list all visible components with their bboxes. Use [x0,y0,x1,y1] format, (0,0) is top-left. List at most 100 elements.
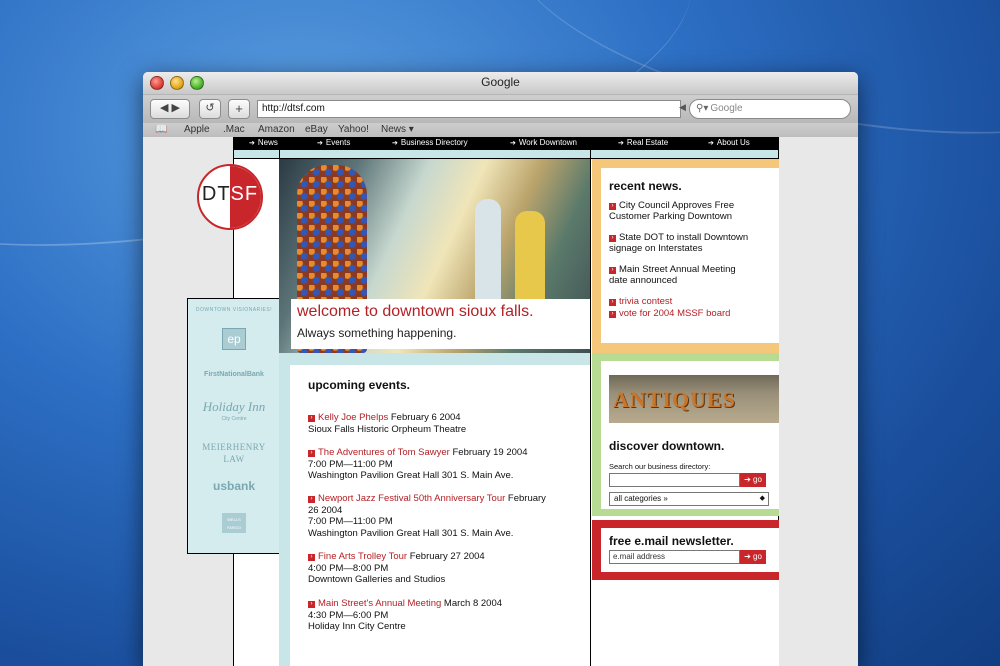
sponsor-meierhenry-law: LAW [223,454,245,464]
newsletter-heading: free e.mail newsletter. [609,534,734,548]
bookmark-ebay[interactable]: eBay [305,124,328,135]
back-icon[interactable]: ◀ [160,102,168,114]
sponsor-holiday-inn-sub: City Centre [221,416,247,422]
category-select[interactable]: all categories » ◆ [609,492,769,506]
sponsor-meierhenry[interactable]: MEIERHENRY [188,442,280,452]
nav-news[interactable]: ➔ News [249,138,278,147]
events-heading: upcoming events. [308,378,411,392]
sponsor-usbank[interactable]: usbank [188,479,280,493]
nav-real-estate[interactable]: ➔ Real Estate [618,138,668,147]
arrow-icon: › [609,203,616,210]
event-item: › Kelly Joe Phelps February 6 2004 Sioux … [308,412,467,435]
arrow-icon: ➔ [249,140,255,147]
newsletter-go-button[interactable]: ➔ go [740,550,766,564]
page-viewport: ➔ News ➔ Events ➔ Business Directory ➔ Work … [143,137,858,666]
antiques-photo: ANTIQUES [609,375,779,423]
arrow-icon: › [308,601,315,608]
event-link[interactable]: Newport Jazz Festival 50th Anniversary T… [318,493,505,504]
directory-search-input[interactable] [609,473,740,487]
event-link[interactable]: Fine Arts Trolley Tour [318,551,407,562]
logo-text-right: SF [230,183,259,205]
sponsor-ep[interactable]: ep [188,328,280,350]
title-bar[interactable]: Google [143,72,858,95]
upcoming-events-panel: upcoming events. › Kelly Joe Phelps Febru… [290,365,590,666]
news-heading: recent news. [609,179,682,193]
sponsors-title: DOWNTOWN VISIONARIES! [195,307,273,313]
sponsor-first-national-bank[interactable]: FirstNationalBank [188,371,280,378]
bookmark-amazon[interactable]: Amazon [258,124,295,135]
directory-go-button[interactable]: ➔ go [740,473,766,487]
news-item[interactable]: › State DOT to install Downtown signage on… [609,232,769,254]
recent-news-panel: recent news. › City Council Approves Free… [592,159,779,353]
nav-work-downtown[interactable]: ➔ Work Downtown [510,138,577,147]
arrow-icon: ➔ [510,140,516,147]
book-icon[interactable]: 📖 [155,124,167,135]
event-item: › Main Street's Annual Meeting March 8 20… [308,598,503,632]
arrow-icon: › [609,267,616,274]
arrow-icon: › [609,235,616,242]
hero-caption: welcome to downtown sioux falls. Always … [291,299,590,349]
arrow-icon: › [308,554,315,561]
event-link[interactable]: Kelly Joe Phelps [318,412,388,423]
chevron-updown-icon: ◆ [759,495,765,502]
plus-icon: + [235,101,243,116]
bookmark-mac[interactable]: .Mac [223,124,245,135]
add-bookmark-button[interactable]: + [228,99,250,119]
bookmark-news[interactable]: News ▾ [381,124,414,135]
search-placeholder: Google [710,103,743,114]
arrow-icon: ➔ [744,552,751,561]
news-item[interactable]: › City Council Approves Free Customer Park… [609,200,769,222]
arrow-icon: › [308,450,315,457]
news-item[interactable]: › Main Street Annual Meeting date announce… [609,264,769,286]
bookmarks-bar: 📖 Apple .Mac Amazon eBay Yahoo! News ▾ [143,123,858,138]
bookmark-yahoo[interactable]: Yahoo! [338,124,369,135]
reload-icon: ↺ [205,102,215,114]
arrow-icon: ➔ [744,475,751,484]
hero-subtitle: Always something happening. [297,326,457,340]
antiques-sign-text: ANTIQUES [613,387,736,412]
bookmark-apple[interactable]: Apple [184,124,210,135]
toolbar: ◀ ▶ ↺ + http://dtsf.com ◀ ⚲▾ Google [143,95,858,123]
grid-line [590,150,591,666]
vote-board-link[interactable]: › vote for 2004 MSSF board [609,308,769,319]
sponsor-holiday-inn[interactable]: Holiday Inn [188,399,280,415]
event-item: › The Adventures of Tom Sawyer February 1… [308,447,528,481]
trivia-contest-link[interactable]: › trivia contest [609,296,769,307]
event-item: › Fine Arts Trolley Tour February 27 2004… [308,551,485,585]
hero-banner: welcome to downtown sioux falls. Always … [279,159,590,353]
arrow-icon: ➔ [708,140,714,147]
back-forward-button[interactable]: ◀ ▶ [150,99,190,119]
newsletter-email-input[interactable]: e.mail address [609,550,740,564]
event-link[interactable]: Main Street's Annual Meeting [318,598,441,609]
search-field[interactable]: ⚲▾ Google [689,99,851,119]
directory-search-label: Search our business directory: [609,462,711,471]
nav-about-us[interactable]: ➔ About Us [708,138,750,147]
snapback-icon[interactable]: ◀ [679,102,686,113]
web-page: ➔ News ➔ Events ➔ Business Directory ➔ Work … [187,137,779,666]
arrow-icon: ➔ [392,140,398,147]
address-field[interactable]: http://dtsf.com [257,100,681,118]
dtsf-logo[interactable]: DTSF [197,164,263,230]
hero-photo-person [475,199,501,309]
event-link[interactable]: The Adventures of Tom Sawyer [318,447,450,458]
sponsor-wells-fargo[interactable]: WELLS FARGO [188,513,280,534]
arrow-icon: ➔ [317,140,323,147]
browser-window: Google ◀ ▶ ↺ + http://dtsf.com ◀ ⚲▾ Googl… [143,72,858,666]
forward-icon[interactable]: ▶ [172,102,180,114]
nav-events[interactable]: ➔ Events [317,138,350,147]
nav-business-directory[interactable]: ➔ Business Directory [392,138,468,147]
search-icon: ⚲▾ [696,103,709,114]
sponsors-panel: DOWNTOWN VISIONARIES! ep FirstNationalBa… [187,298,281,554]
arrow-icon: › [308,496,315,503]
arrow-icon: › [609,299,616,306]
reload-button[interactable]: ↺ [199,99,221,119]
logo-text-left: DT [201,183,231,205]
event-item: › Newport Jazz Festival 50th Anniversary … [308,493,546,539]
window-title: Google [481,75,520,89]
newsletter-panel: free e.mail newsletter. e.mail address ➔… [592,520,779,580]
arrow-icon: ➔ [618,140,624,147]
hero-title: welcome to downtown sioux falls. [297,303,534,320]
arrow-icon: › [308,415,315,422]
discover-downtown-panel: ANTIQUES discover downtown. Search our b… [592,353,779,516]
arrow-icon: › [609,311,616,318]
